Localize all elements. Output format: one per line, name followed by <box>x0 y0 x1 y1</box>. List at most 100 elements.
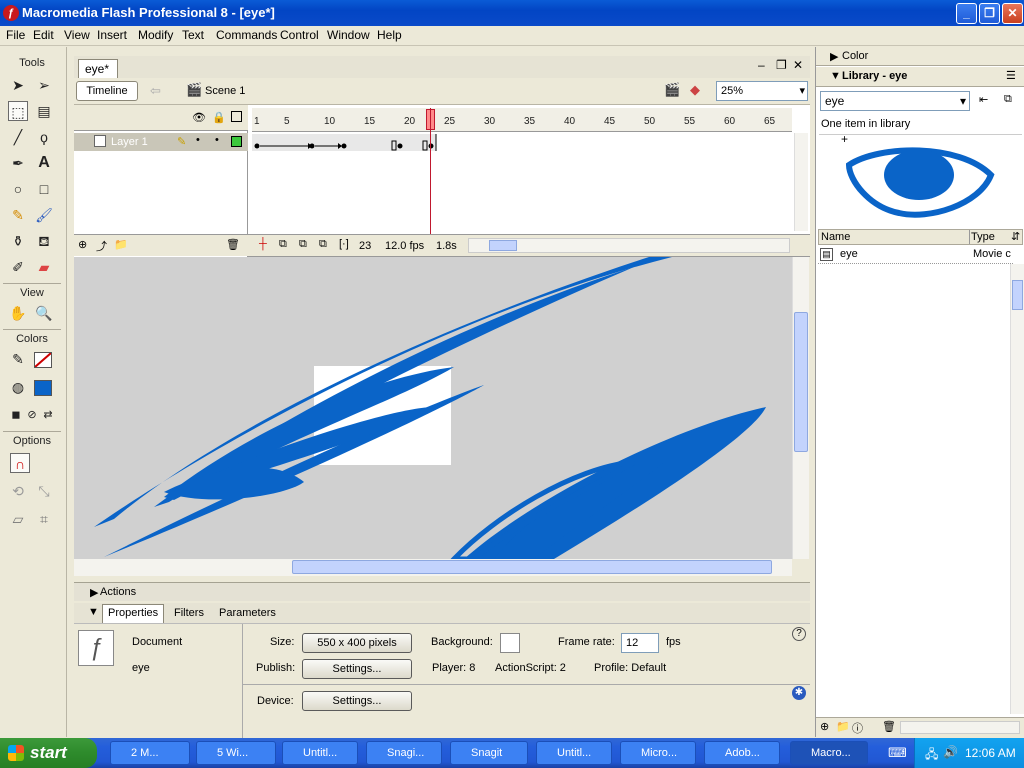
menu-help[interactable]: Help <box>377 28 402 42</box>
scale-icon[interactable]: ⤡ <box>34 481 54 501</box>
help-icon[interactable]: ? <box>792 627 806 641</box>
oval-tool-icon[interactable]: ○ <box>8 179 28 199</box>
frame-track[interactable] <box>252 134 792 151</box>
stage-hscroll[interactable] <box>74 559 792 576</box>
edit-multiple-icon[interactable]: ⧉ <box>319 238 327 251</box>
clock[interactable]: 12:06 AM <box>965 746 1016 760</box>
eyedropper-tool-icon[interactable]: ✐ <box>8 257 28 277</box>
lock-icon[interactable]: 🔒 <box>212 111 226 124</box>
outline-icon[interactable] <box>231 111 242 122</box>
close-button[interactable]: ✕ <box>1002 3 1023 24</box>
stage-vscroll[interactable] <box>792 257 809 559</box>
minimize-button[interactable]: _ <box>956 3 977 24</box>
start-button[interactable]: start <box>0 738 97 768</box>
accessibility-icon[interactable]: ✱ <box>792 686 806 700</box>
size-button[interactable]: 550 x 400 pixels <box>302 633 412 653</box>
pen-tool-icon[interactable]: ✒ <box>8 153 28 173</box>
menu-file[interactable]: File <box>6 28 25 42</box>
actions-panel-bar[interactable]: ▶ Actions <box>74 582 810 601</box>
color-panel-bar[interactable]: ▶ Color <box>816 47 1024 66</box>
modify-markers-icon[interactable]: [·] <box>339 238 349 250</box>
volume-icon[interactable]: 🔊 <box>943 745 958 759</box>
visible-dot-icon[interactable]: • <box>196 134 200 146</box>
hscroll-thumb[interactable] <box>292 560 772 574</box>
new-folder-icon[interactable]: 📁 <box>836 720 850 733</box>
lock-dot-icon[interactable]: • <box>215 134 219 146</box>
pin-library-icon[interactable]: ⇤ <box>979 93 988 106</box>
lasso-tool-icon[interactable]: ϙ <box>34 127 54 147</box>
menu-text[interactable]: Text <box>182 28 204 42</box>
properties-icon[interactable]: ⓘ <box>852 720 863 736</box>
layer-name[interactable]: Layer 1 <box>111 136 148 148</box>
taskbar-item[interactable]: Untitl... <box>536 741 612 765</box>
center-frame-icon[interactable]: ┼ <box>259 238 267 250</box>
timeline-hscroll[interactable] <box>468 238 790 253</box>
back-arrow-icon[interactable]: ⇦ <box>150 83 161 99</box>
menu-insert[interactable]: Insert <box>97 28 127 42</box>
doc-restore-icon[interactable]: ❐ <box>776 58 787 72</box>
menu-commands[interactable]: Commands <box>216 28 277 42</box>
taskbar-item[interactable]: 2 M... <box>110 741 190 765</box>
taskbar-item-active[interactable]: Macro... <box>790 741 868 765</box>
tab-parameters[interactable]: Parameters <box>219 607 276 619</box>
swap-colors-icon[interactable]: ⇄ <box>38 405 58 425</box>
onion-outline-icon[interactable]: ⧉ <box>299 238 307 251</box>
hscroll-thumb[interactable] <box>489 240 517 251</box>
delete-icon[interactable]: 🗑 <box>882 720 896 733</box>
keyboard-icon[interactable]: ⌨ <box>888 745 907 761</box>
paint-bucket-tool-icon[interactable]: ⛾ <box>34 231 54 251</box>
publish-settings-button[interactable]: Settings... <box>302 659 412 679</box>
onion-skin-icon[interactable]: ⧉ <box>279 238 287 251</box>
arrow-tool-icon[interactable]: ➤ <box>8 75 28 95</box>
vscroll-thumb[interactable] <box>794 312 808 452</box>
taskbar-item[interactable]: Micro... <box>620 741 696 765</box>
rectangle-tool-icon[interactable]: □ <box>34 179 54 199</box>
menu-edit[interactable]: Edit <box>33 28 54 42</box>
frame-rate-input[interactable]: 12 <box>621 633 659 653</box>
ink-bottle-tool-icon[interactable]: ⚱ <box>8 231 28 251</box>
hand-tool-icon[interactable]: ✋ <box>8 303 28 323</box>
taskbar-item[interactable]: Adob... <box>704 741 780 765</box>
layer-color-outline-icon[interactable] <box>231 136 242 147</box>
library-item-row[interactable]: ▤ eye Movie c <box>818 246 1013 264</box>
menu-control[interactable]: Control <box>280 28 319 42</box>
taskbar-item[interactable]: 5 Wi... <box>196 741 276 765</box>
line-tool-icon[interactable]: ╱ <box>8 127 28 147</box>
doc-close-icon[interactable]: ✕ <box>793 58 803 72</box>
delete-layer-icon[interactable]: 🗑 <box>226 238 240 251</box>
subselect-tool-icon[interactable]: ➢ <box>34 75 54 95</box>
stage-area[interactable] <box>74 257 792 559</box>
library-select[interactable]: eye ▾ <box>820 91 970 111</box>
menu-modify[interactable]: Modify <box>138 28 173 42</box>
restore-button[interactable]: ❐ <box>979 3 1000 24</box>
network-icon[interactable]: 🖧 <box>925 745 938 766</box>
zoom-tool-icon[interactable]: 🔍 <box>34 303 54 323</box>
taskbar-item[interactable]: Untitl... <box>282 741 358 765</box>
frame-ruler[interactable]: 1 5 10 15 20 25 30 35 40 45 50 55 60 65 <box>252 108 792 132</box>
collapse-arrow-icon[interactable]: ▼ <box>88 606 99 618</box>
text-tool-icon[interactable]: A <box>34 153 54 173</box>
new-library-icon[interactable]: ⧉ <box>1004 93 1012 106</box>
eraser-tool-icon[interactable]: ▰ <box>34 257 54 277</box>
gradient-transform-tool-icon[interactable]: ▤ <box>34 101 54 121</box>
menu-view[interactable]: View <box>64 28 90 42</box>
stroke-color-swatch[interactable] <box>34 352 52 368</box>
column-type[interactable]: Type <box>971 231 995 243</box>
library-hscroll[interactable] <box>900 721 1020 734</box>
library-panel-bar[interactable]: ▼ Library - eye ☰ <box>816 67 1024 87</box>
add-guide-icon[interactable]: ⤴ <box>96 238 107 254</box>
timeline-toggle-button[interactable]: Timeline <box>76 81 138 101</box>
envelope-icon[interactable]: ⌗ <box>34 509 54 529</box>
free-transform-tool-icon[interactable]: ⬚ <box>8 101 28 121</box>
snap-magnet-icon[interactable]: ∩ <box>10 453 30 473</box>
eye-icon[interactable]: 👁 <box>192 111 206 124</box>
eye-artwork[interactable] <box>74 257 792 559</box>
options-menu-icon[interactable]: ☰ <box>1006 69 1016 82</box>
timeline-vscroll[interactable] <box>794 133 808 231</box>
brush-tool-icon[interactable]: 🖌 <box>34 205 54 225</box>
fill-color-swatch[interactable] <box>34 380 52 396</box>
doc-minimize-icon[interactable]: – <box>758 58 765 72</box>
library-vscroll[interactable] <box>1010 264 1024 714</box>
add-folder-icon[interactable]: 📁 <box>114 238 128 251</box>
tab-filters[interactable]: Filters <box>174 607 204 619</box>
